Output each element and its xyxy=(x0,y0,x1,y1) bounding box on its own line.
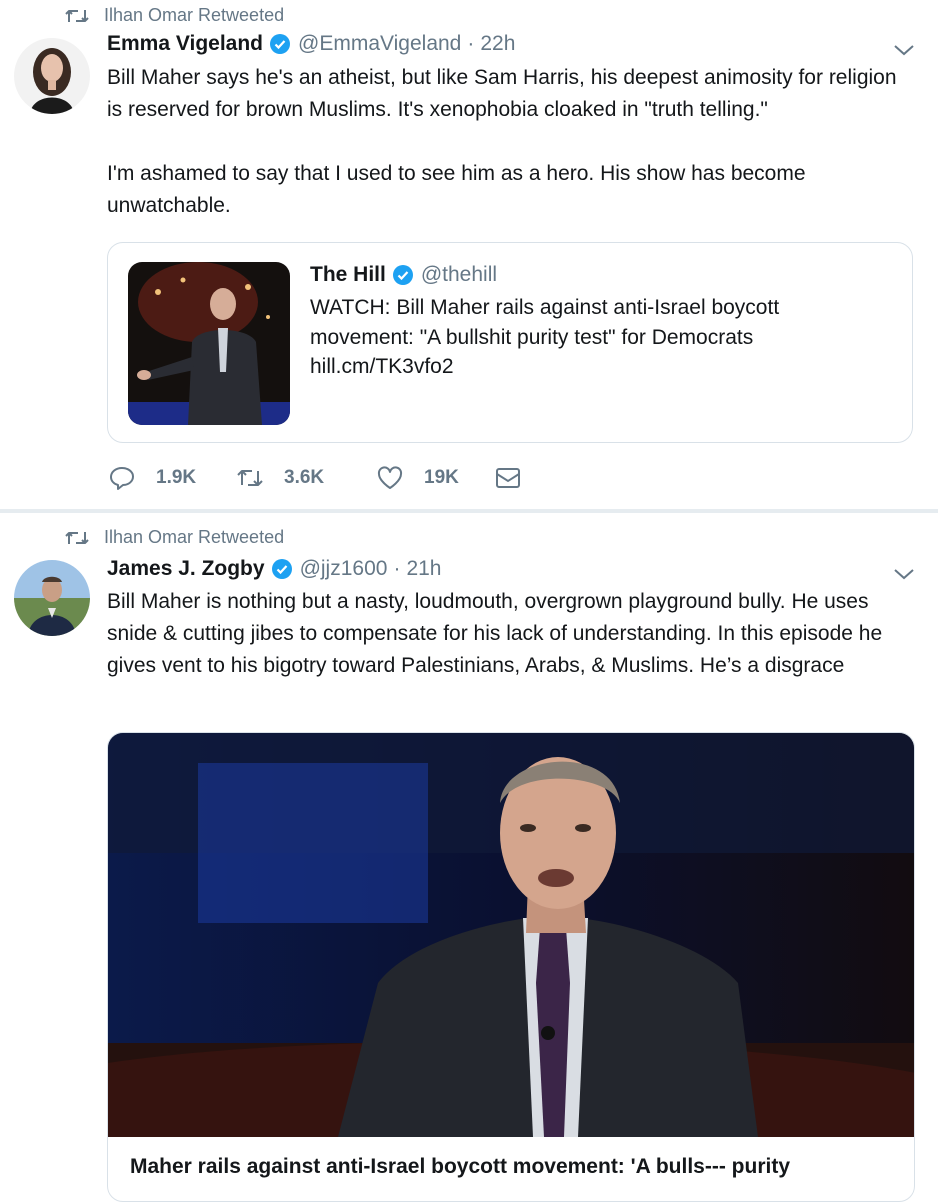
link-card[interactable]: Maher rails against anti-Israel boycott … xyxy=(107,732,915,1202)
tweet-paragraph: I'm ashamed to say that I used to see hi… xyxy=(107,162,806,217)
tweet-paragraph: Bill Maher is nothing but a nasty, loudm… xyxy=(107,590,883,677)
retweet-icon xyxy=(237,470,263,486)
quoted-display-name[interactable]: The Hill xyxy=(310,263,386,287)
separator-dot: · xyxy=(467,32,475,55)
tweet-header: James J. Zogby @jjz1600 · 21h xyxy=(107,557,441,581)
retweet-icon xyxy=(65,9,89,22)
link-card-image xyxy=(108,733,914,1137)
display-name[interactable]: Emma Vigeland xyxy=(107,32,263,56)
quoted-tweet-header: The Hill @thehill xyxy=(310,263,497,287)
direct-message-button[interactable] xyxy=(494,464,542,492)
link-card-title[interactable]: Maher rails against anti-Israel boycott … xyxy=(130,1155,790,1179)
verified-badge-icon xyxy=(270,34,291,54)
verified-badge-icon xyxy=(271,559,292,579)
reply-icon xyxy=(110,467,134,490)
avatar[interactable] xyxy=(14,560,90,636)
avatar[interactable] xyxy=(14,38,90,114)
chevron-down-icon[interactable] xyxy=(892,42,916,58)
mail-icon xyxy=(496,468,520,488)
retweet-icon xyxy=(65,531,89,544)
quoted-tweet-text: WATCH: Bill Maher rails against anti-Isr… xyxy=(310,296,780,349)
tweet-header: Emma Vigeland @EmmaVigeland · 22h xyxy=(107,32,515,56)
timestamp[interactable]: 22h xyxy=(480,32,515,56)
quoted-handle[interactable]: @thehill xyxy=(421,263,497,287)
quoted-tweet-link[interactable]: hill.cm/TK3vfo2 xyxy=(310,355,454,379)
display-name[interactable]: James J. Zogby xyxy=(107,557,265,581)
handle[interactable]: @jjz1600 xyxy=(300,557,388,581)
tweet-text: Bill Maher is nothing but a nasty, loudm… xyxy=(107,586,917,682)
separator-dot: · xyxy=(393,557,401,580)
reply-button[interactable]: 1.9K xyxy=(108,464,236,492)
timestamp[interactable]: 21h xyxy=(406,557,441,581)
verified-badge-icon xyxy=(392,265,413,285)
heart-icon xyxy=(377,466,403,489)
handle[interactable]: @EmmaVigeland xyxy=(298,32,461,56)
tweet-actions: 1.9K 3.6K 19K xyxy=(108,464,542,492)
quoted-tweet-thumbnail xyxy=(128,262,290,425)
tweet-paragraph: Bill Maher says he's an atheist, but lik… xyxy=(107,66,897,121)
chevron-down-icon[interactable] xyxy=(892,566,916,582)
like-count: 19K xyxy=(424,467,459,488)
reply-count: 1.9K xyxy=(156,467,197,488)
retweet-count: 3.6K xyxy=(284,467,325,488)
retweet-label: Ilhan Omar Retweeted xyxy=(104,527,285,547)
retweet-context[interactable]: Ilhan Omar Retweeted xyxy=(64,527,284,548)
like-button[interactable]: 19K xyxy=(376,464,494,492)
tweet-emma-vigeland[interactable]: Ilhan Omar Retweeted Emma Vigeland @Emma… xyxy=(0,0,938,509)
retweet-button[interactable]: 3.6K xyxy=(236,464,376,492)
tweet-text: Bill Maher says he's an atheist, but lik… xyxy=(107,62,917,222)
retweet-label: Ilhan Omar Retweeted xyxy=(104,5,285,25)
retweet-context[interactable]: Ilhan Omar Retweeted xyxy=(64,5,284,26)
quoted-tweet[interactable]: The Hill @thehill WATCH: Bill Maher rail… xyxy=(107,242,913,443)
